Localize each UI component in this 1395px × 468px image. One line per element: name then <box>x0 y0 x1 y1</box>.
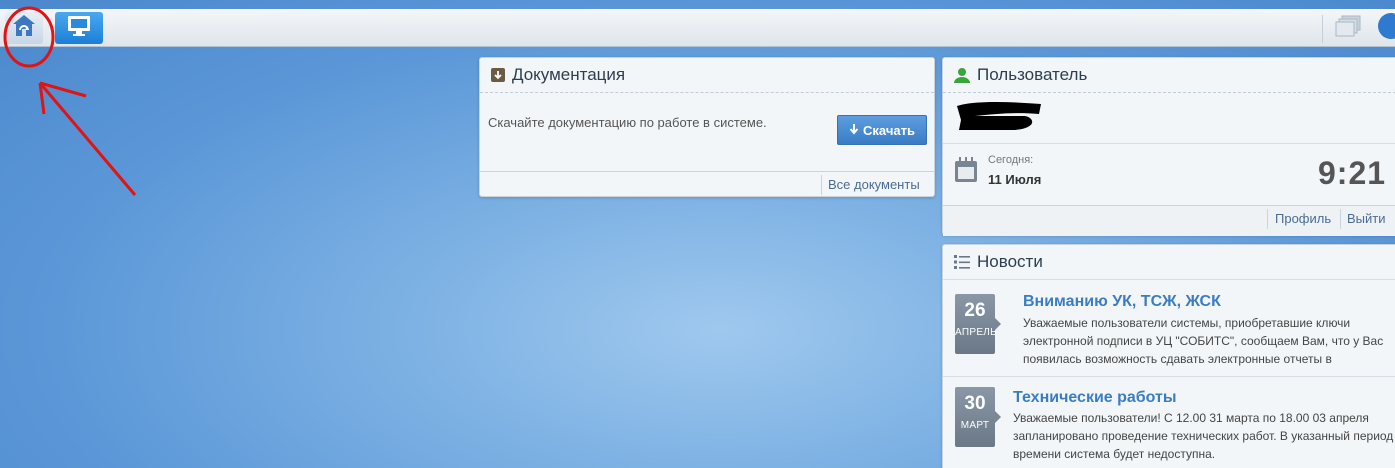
windows-button[interactable] <box>1328 12 1368 44</box>
news-title: Новости <box>977 252 1043 271</box>
documentation-panel: Документация Скачайте документацию по ра… <box>479 57 935 197</box>
news-month: АПРЕЛЬ <box>955 327 998 338</box>
news-divider <box>943 376 1395 377</box>
calendar-icon <box>954 155 978 188</box>
monitor-icon <box>66 14 92 43</box>
news-item-title[interactable]: Технические работы <box>1013 389 1177 407</box>
info-circle-icon <box>1376 12 1395 44</box>
documentation-body: Скачайте документацию по работе в систем… <box>480 93 934 172</box>
news-header: Новости <box>943 245 1395 280</box>
today-label: Сегодня: <box>988 154 1034 166</box>
user-panel: Пользователь Сегодня: 11 Июля 9:21 Профи… <box>942 57 1395 236</box>
download-button[interactable]: Скачать <box>837 115 927 145</box>
all-documents-link[interactable]: Все документы <box>828 177 920 192</box>
news-item-text: Уважаемые пользователи системы, приобрет… <box>1023 316 1384 366</box>
help-button[interactable] <box>1376 12 1395 44</box>
documentation-footer: Все документы <box>480 172 934 197</box>
footer-divider <box>821 175 822 195</box>
user-footer: Профиль Выйти <box>943 206 1395 236</box>
top-toolbar <box>0 9 1395 47</box>
home-button[interactable] <box>5 12 43 44</box>
user-icon <box>953 67 971 83</box>
toolbar-divider <box>1322 15 1323 43</box>
documentation-header: Документация <box>480 58 934 93</box>
download-label: Скачать <box>863 122 915 138</box>
news-panel: Новости 26 АПРЕЛЬ Вниманию УК, ТСЖ, ЖСК … <box>942 244 1395 468</box>
documentation-description: Скачайте документацию по работе в систем… <box>488 115 767 130</box>
redacted-username <box>957 102 1041 130</box>
logout-link[interactable]: Выйти <box>1347 211 1386 226</box>
user-title: Пользователь <box>977 65 1088 84</box>
news-item-text: Уважаемые пользователи! С 12.00 31 марта… <box>1013 411 1394 461</box>
today-date: 11 Июля <box>988 172 1042 187</box>
current-time: 9:21 <box>1318 155 1387 191</box>
news-day: 26 <box>964 300 986 321</box>
date-badge: 30 МАРТ <box>955 387 1001 447</box>
date-badge: 26 АПРЕЛЬ <box>955 294 1001 354</box>
document-download-icon <box>490 67 506 83</box>
footer-divider <box>1340 209 1341 229</box>
news-month: МАРТ <box>960 420 990 431</box>
windows-stack-icon <box>1334 14 1362 43</box>
desktop-button[interactable] <box>55 12 103 44</box>
arrow-down-icon <box>849 123 859 138</box>
home-refresh-icon <box>10 13 38 44</box>
news-item-title[interactable]: Вниманию УК, ТСЖ, ЖСК <box>1023 293 1221 311</box>
news-day: 30 <box>964 393 986 414</box>
profile-link[interactable]: Профиль <box>1275 211 1331 226</box>
user-header: Пользователь <box>943 58 1395 93</box>
footer-divider <box>1267 209 1268 229</box>
list-icon <box>953 253 971 271</box>
documentation-title: Документация <box>512 65 626 84</box>
user-divider <box>943 143 1395 144</box>
